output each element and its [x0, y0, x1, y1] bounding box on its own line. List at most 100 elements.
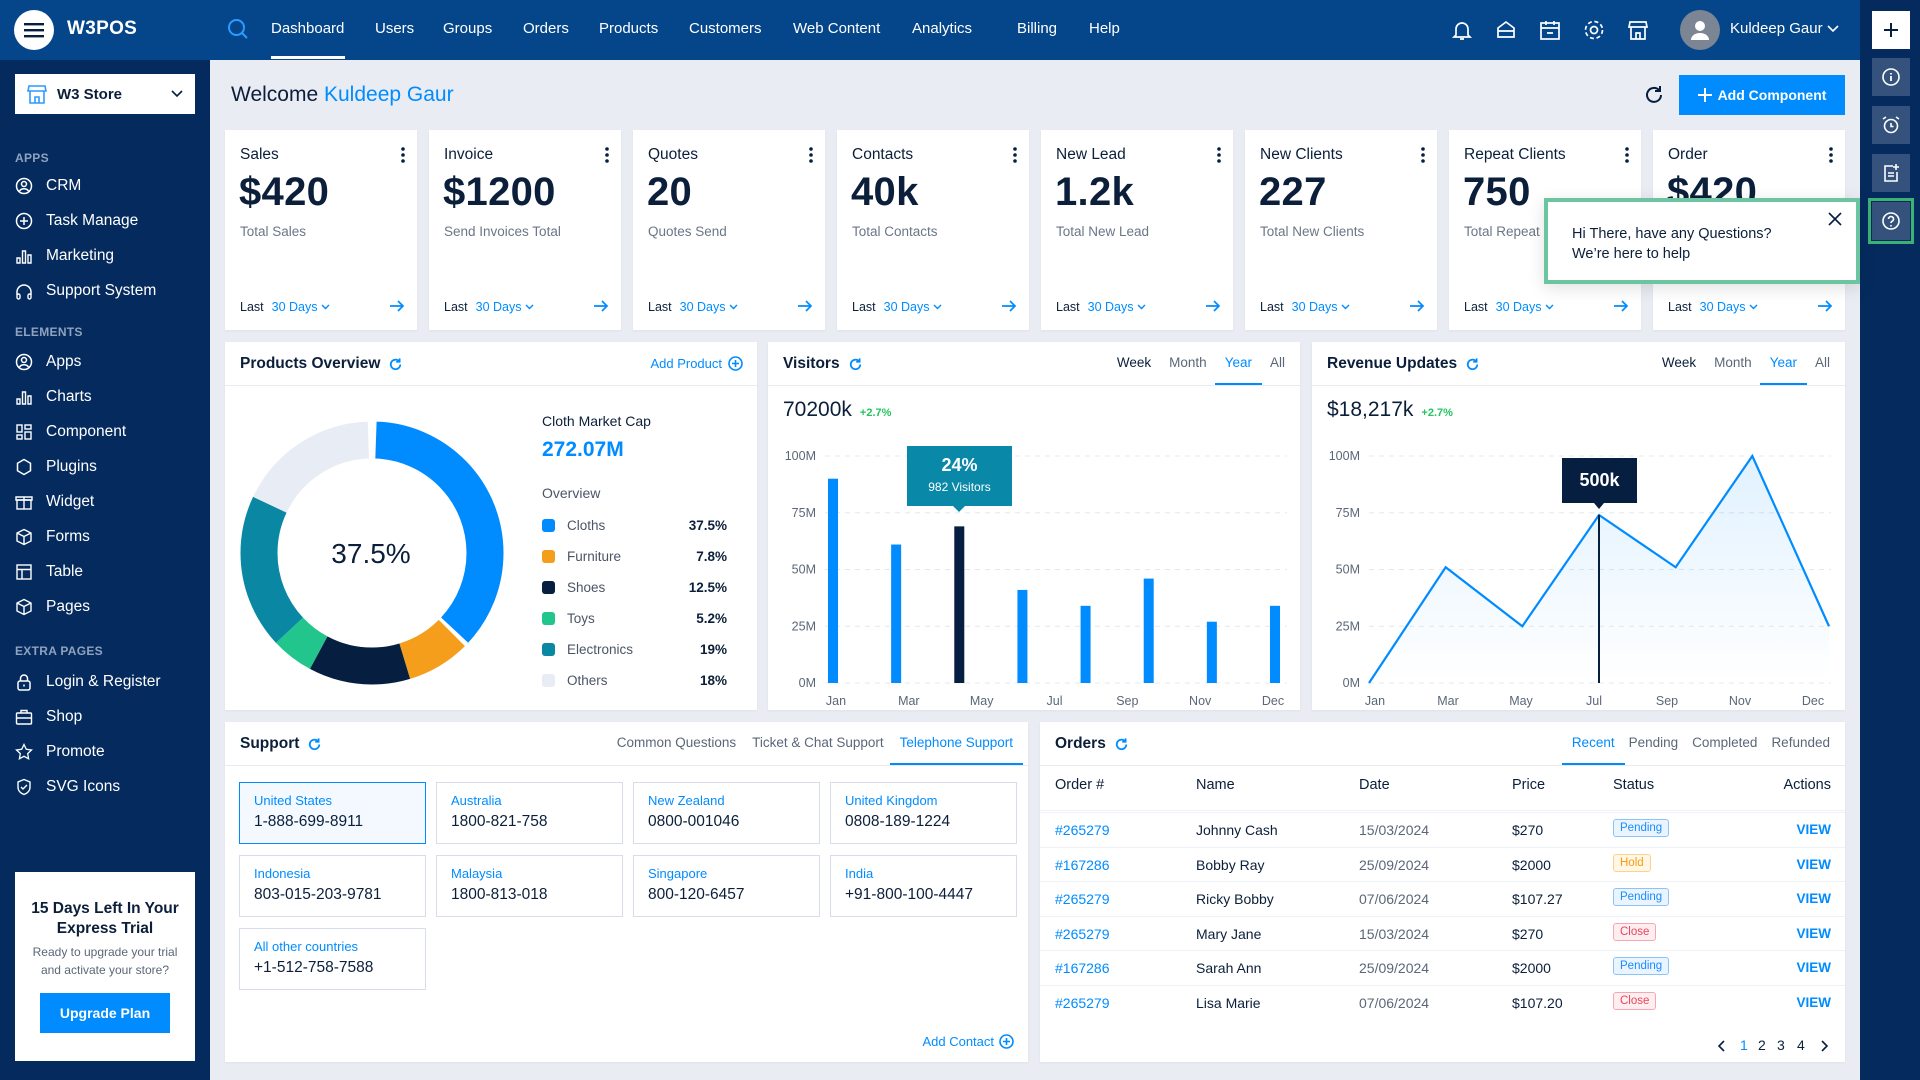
bar[interactable]: [1143, 578, 1154, 683]
sidebar-item-apps[interactable]: Apps: [15, 348, 81, 376]
data-point[interactable]: [1519, 623, 1525, 629]
nav-groups[interactable]: Groups: [443, 20, 492, 37]
more-vertical-icon[interactable]: [1217, 147, 1221, 163]
nav-dashboard[interactable]: Dashboard: [271, 20, 344, 37]
user-menu[interactable]: Kuldeep Gaur: [1730, 20, 1839, 37]
sidebar-item-marketing[interactable]: Marketing: [15, 242, 114, 270]
sidebar-item-crm[interactable]: CRM: [15, 172, 81, 200]
more-vertical-icon[interactable]: [1625, 147, 1629, 163]
order-id-link[interactable]: #265279: [1055, 926, 1110, 942]
phone-card-singapore[interactable]: Singapore 800-120-6457: [633, 855, 820, 917]
bar[interactable]: [954, 526, 965, 683]
bar[interactable]: [1080, 605, 1091, 683]
nav-analytics[interactable]: Analytics: [912, 20, 972, 37]
chevron-right-icon[interactable]: [1820, 1040, 1830, 1052]
add-component-button[interactable]: Add Component: [1679, 75, 1845, 115]
alarm-button[interactable]: [1872, 106, 1910, 144]
phone-card-united-kingdom[interactable]: United Kingdom 0808-189-1224: [830, 782, 1017, 844]
refresh-icon[interactable]: [307, 737, 322, 752]
tab-pending[interactable]: Pending: [1629, 735, 1679, 762]
nav-billing[interactable]: Billing: [1017, 20, 1057, 37]
tab-refunded[interactable]: Refunded: [1771, 735, 1830, 762]
sidebar-item-table[interactable]: Table: [15, 558, 83, 586]
period-dropdown[interactable]: 30 Days: [1292, 300, 1350, 314]
phone-card-india[interactable]: India +91-800-100-4447: [830, 855, 1017, 917]
close-icon[interactable]: [1828, 212, 1842, 226]
tab-ticket-chat-support[interactable]: Ticket & Chat Support: [752, 735, 884, 762]
arrow-right-icon[interactable]: [1001, 300, 1017, 312]
period-dropdown[interactable]: 30 Days: [884, 300, 942, 314]
avatar[interactable]: [1680, 10, 1720, 50]
phone-card-indonesia[interactable]: Indonesia 803-015-203-9781: [239, 855, 426, 917]
nav-customers[interactable]: Customers: [689, 20, 762, 37]
sidebar-item-login-register[interactable]: Login & Register: [15, 668, 161, 696]
refresh-icon[interactable]: [1114, 737, 1129, 752]
period-dropdown[interactable]: 30 Days: [1088, 300, 1146, 314]
store-icon[interactable]: [1626, 18, 1650, 42]
order-id-link[interactable]: #265279: [1055, 891, 1110, 907]
sidebar-item-task-manage[interactable]: Task Manage: [15, 207, 138, 235]
data-point[interactable]: [1749, 453, 1755, 459]
order-id-link[interactable]: #167286: [1055, 857, 1110, 873]
view-link[interactable]: VIEW: [1796, 926, 1831, 941]
period-dropdown[interactable]: 30 Days: [476, 300, 534, 314]
more-vertical-icon[interactable]: [605, 147, 609, 163]
page-3[interactable]: 3: [1777, 1037, 1785, 1053]
data-point[interactable]: [1826, 623, 1832, 629]
order-id-link[interactable]: #167286: [1055, 960, 1110, 976]
store-selector[interactable]: W3 Store: [15, 74, 195, 114]
sidebar-item-charts[interactable]: Charts: [15, 383, 92, 411]
more-vertical-icon[interactable]: [1421, 147, 1425, 163]
arrow-right-icon[interactable]: [1817, 300, 1833, 312]
data-point[interactable]: [1443, 564, 1449, 570]
tab-recent[interactable]: Recent: [1561, 735, 1625, 765]
add-product-link[interactable]: Add Product: [650, 356, 743, 371]
sidebar-item-shop[interactable]: Shop: [15, 703, 82, 731]
nav-web-content[interactable]: Web Content: [793, 20, 880, 37]
sidebar-item-widget[interactable]: Widget: [15, 488, 94, 516]
bar[interactable]: [828, 478, 838, 683]
sidebar-item-forms[interactable]: Forms: [15, 523, 90, 551]
more-vertical-icon[interactable]: [1829, 147, 1833, 163]
phone-card-malaysia[interactable]: Malaysia 1800-813-018: [436, 855, 623, 917]
view-link[interactable]: VIEW: [1796, 857, 1831, 872]
phone-card-new-zealand[interactable]: New Zealand 0800-001046: [633, 782, 820, 844]
chevron-left-icon[interactable]: [1716, 1040, 1726, 1052]
add-contact-link[interactable]: Add Contact: [922, 1034, 1014, 1049]
sidebar-item-promote[interactable]: Promote: [15, 738, 105, 766]
gear-icon[interactable]: [1582, 18, 1606, 42]
page-2[interactable]: 2: [1758, 1037, 1766, 1053]
order-id-link[interactable]: #265279: [1055, 995, 1110, 1011]
inbox-icon[interactable]: [1494, 18, 1518, 42]
phone-card-australia[interactable]: Australia 1800-821-758: [436, 782, 623, 844]
page-4[interactable]: 4: [1797, 1037, 1805, 1053]
arrow-right-icon[interactable]: [1409, 300, 1425, 312]
tab-telephone-support[interactable]: Telephone Support: [889, 735, 1024, 765]
bell-icon[interactable]: [1450, 18, 1474, 42]
data-point[interactable]: [1673, 564, 1679, 570]
add-button[interactable]: [1872, 11, 1910, 49]
arrow-right-icon[interactable]: [1613, 300, 1629, 312]
view-link[interactable]: VIEW: [1796, 960, 1831, 975]
bar[interactable]: [1206, 621, 1217, 683]
data-point[interactable]: [1366, 680, 1372, 686]
bar[interactable]: [1270, 605, 1280, 683]
nav-help[interactable]: Help: [1089, 20, 1120, 37]
period-dropdown[interactable]: 30 Days: [1496, 300, 1554, 314]
arrow-right-icon[interactable]: [1205, 300, 1221, 312]
bar[interactable]: [891, 544, 902, 683]
nav-orders[interactable]: Orders: [523, 20, 569, 37]
order-id-link[interactable]: #265279: [1055, 822, 1110, 838]
phone-card-united-states[interactable]: United States 1-888-699-8911: [239, 782, 426, 844]
phone-card-all-other-countries[interactable]: All other countries +1-512-758-7588: [239, 928, 426, 990]
sidebar-item-support-system[interactable]: Support System: [15, 277, 156, 305]
bar[interactable]: [1017, 589, 1028, 683]
sidebar-item-plugins[interactable]: Plugins: [15, 453, 97, 481]
refresh-icon[interactable]: [1643, 84, 1665, 106]
arrow-right-icon[interactable]: [593, 300, 609, 312]
view-link[interactable]: VIEW: [1796, 822, 1831, 837]
upgrade-plan-button[interactable]: Upgrade Plan: [39, 993, 171, 1033]
notes-button[interactable]: [1872, 154, 1910, 192]
more-vertical-icon[interactable]: [1013, 147, 1017, 163]
period-dropdown[interactable]: 30 Days: [680, 300, 738, 314]
